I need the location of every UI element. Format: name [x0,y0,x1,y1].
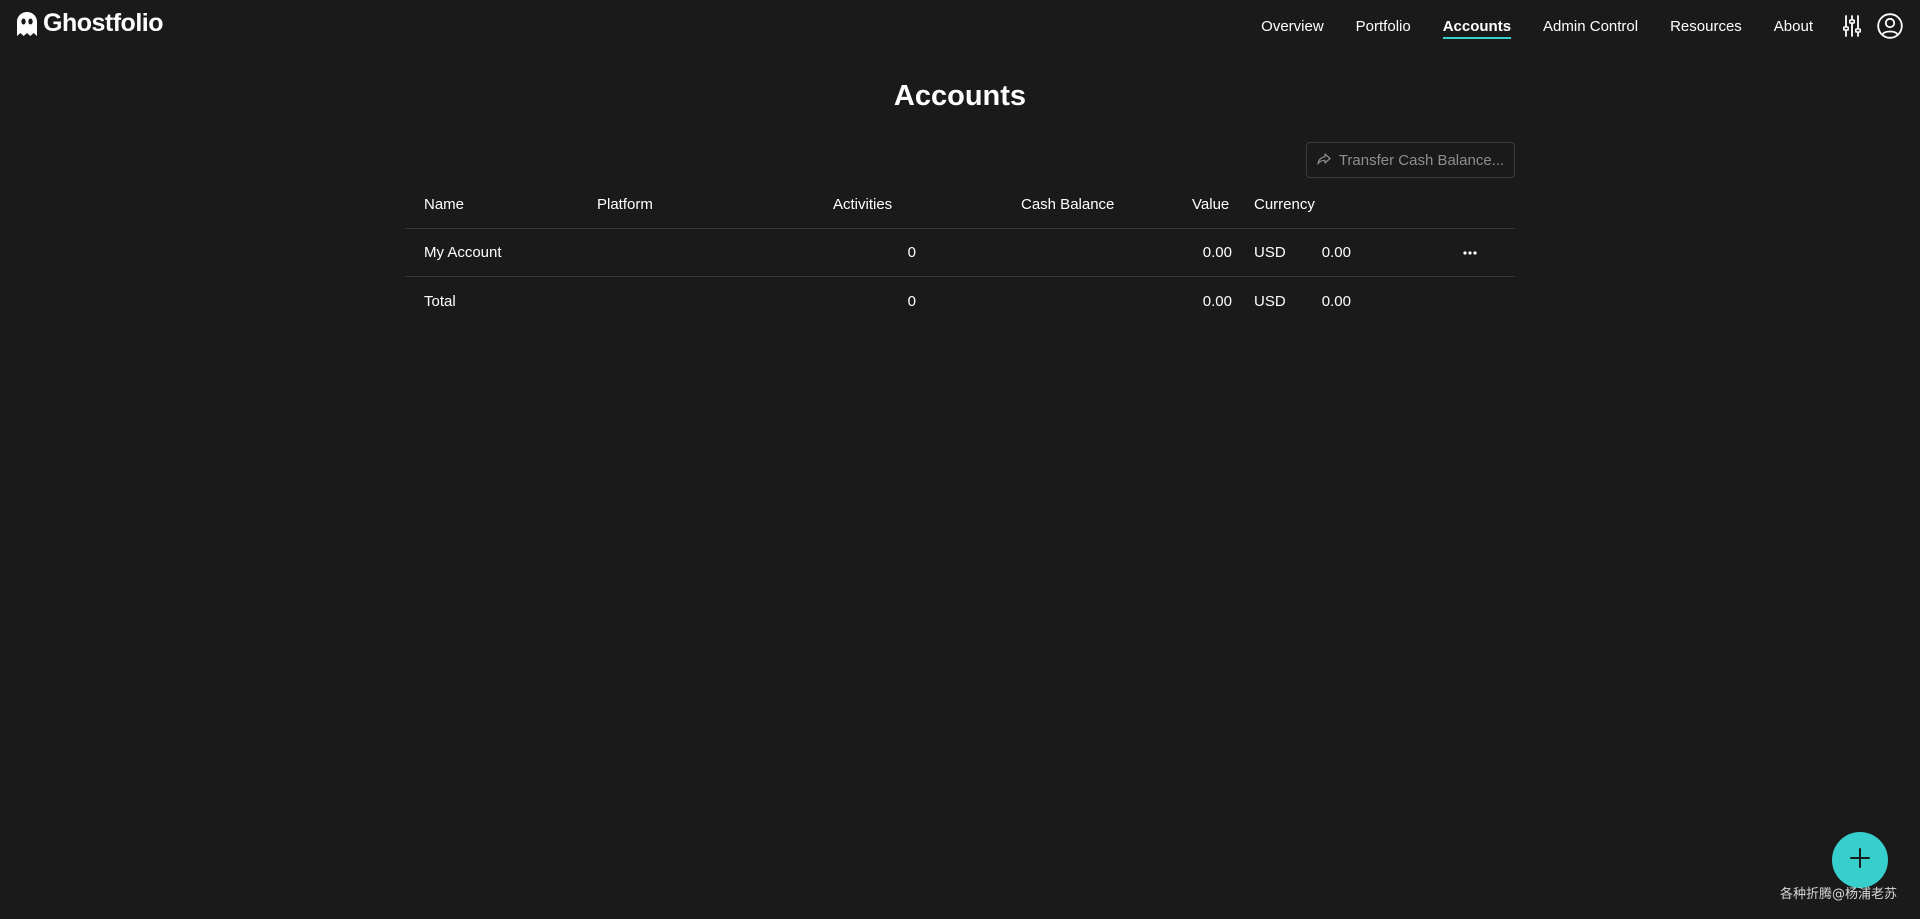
nav-item-resources[interactable]: Resources [1670,14,1742,39]
transfer-cash-balance-button[interactable]: Transfer Cash Balance... [1306,142,1515,178]
plus-icon [1849,847,1871,874]
settings-sliders-icon[interactable] [1843,15,1861,37]
total-currency: USD [1254,292,1286,310]
nav-item-admin-control[interactable]: Admin Control [1543,14,1638,39]
brand-logo-link[interactable]: Ghostfolio [17,9,163,38]
transfer-cash-balance-label: Transfer Cash Balance... [1338,151,1505,169]
total-activities: 0 [907,292,916,310]
user-circle-icon[interactable] [1877,13,1903,39]
brand-name: Ghostfolio [43,9,163,37]
column-header-name[interactable]: Name [424,180,464,228]
table-row[interactable]: My Account 0 0.00 0.00 USD [405,229,1515,277]
top-navigation-bar: Ghostfolio Overview Portfolio Accounts A… [0,0,1920,52]
main-nav: Overview Portfolio Accounts Admin Contro… [1261,0,1920,52]
column-header-value[interactable]: Value [1192,180,1229,228]
add-account-button[interactable] [1832,832,1888,888]
column-header-platform[interactable]: Platform [597,180,653,228]
account-currency: USD [1254,244,1286,261]
column-header-currency[interactable]: Currency [1254,180,1315,228]
column-header-cash-balance[interactable]: Cash Balance [1021,180,1114,228]
accounts-table: Name Platform Activities Cash Balance Va… [405,180,1515,325]
total-cash-balance: 0.00 [1202,292,1232,310]
account-activities: 0 [907,244,916,261]
page-title: Accounts [893,80,1027,112]
nav-item-overview[interactable]: Overview [1261,14,1324,39]
table-header-row: Name Platform Activities Cash Balance Va… [405,180,1515,229]
table-total-row: Total 0 0.00 0.00 USD [405,277,1515,325]
nav-item-about[interactable]: About [1774,14,1813,39]
account-name: My Account [424,244,502,261]
more-horizontal-icon[interactable] [1458,229,1482,276]
ghost-logo-icon [17,11,37,36]
share-forward-icon [1317,152,1331,169]
account-cash-balance: 0.00 [1202,244,1232,261]
nav-item-portfolio[interactable]: Portfolio [1356,14,1411,39]
watermark-text: 各种折腾@杨浦老苏 [1780,887,1898,902]
column-header-activities[interactable]: Activities [833,180,892,228]
total-label: Total [424,292,456,310]
nav-item-accounts[interactable]: Accounts [1442,14,1512,39]
